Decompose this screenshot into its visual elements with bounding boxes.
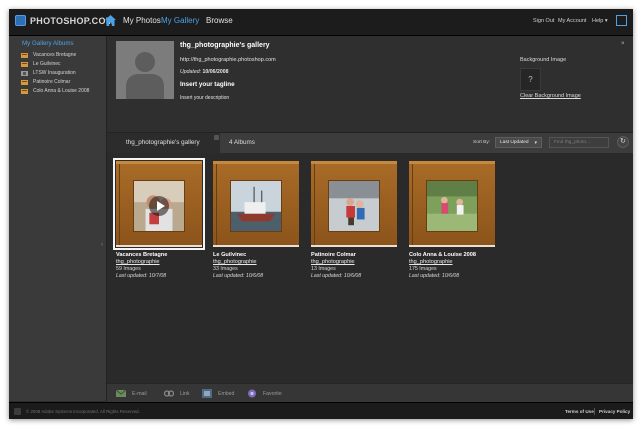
play-slideshow-icon[interactable]: [149, 196, 169, 216]
album-owner-link[interactable]: thg_photographie: [409, 259, 495, 265]
clear-background-link[interactable]: Clear Background Image: [520, 93, 581, 99]
album-spine: [412, 164, 413, 245]
updated-label: Updated:: [180, 69, 202, 75]
album-last-updated: Last updated: 10/6/08: [409, 273, 460, 279]
album-owner-link[interactable]: thg_photographie: [311, 259, 397, 265]
avatar[interactable]: [116, 41, 174, 99]
email-label: E-mail: [132, 391, 147, 397]
tagline-field[interactable]: Insert your tagline: [180, 81, 235, 88]
link-icon: [164, 390, 174, 397]
home-icon[interactable]: [104, 14, 117, 27]
album-cover[interactable]: [113, 158, 205, 250]
album-card-le-guilvinec[interactable]: Le Guilvinec thg_photographie 33 Images …: [213, 161, 299, 279]
album-card-patinoire-colmar[interactable]: Patinoire Colmar thg_photographie 13 Ima…: [311, 161, 397, 279]
sign-out-link[interactable]: Sign Out: [533, 18, 554, 24]
album-owner-link[interactable]: thg_photographie: [116, 259, 202, 265]
updated-value: 10/06/2008: [202, 69, 229, 75]
gallery-toolbar: thg_photographie's gallery 4 Albums Sort…: [107, 132, 633, 154]
sort-by-label: Sort By:: [473, 140, 491, 145]
nav-browse[interactable]: Browse: [206, 16, 233, 25]
embed-icon: [202, 389, 212, 398]
album-icon: [21, 89, 28, 94]
album-name: Vacances Bretagne: [116, 252, 168, 258]
sidebar: My Gallery Albums Vacances Bretagne Le G…: [9, 36, 107, 401]
description-field[interactable]: Insert your description: [180, 95, 229, 101]
sidebar-item-label: Le Guilvinec: [33, 61, 61, 67]
album-owner-link[interactable]: thg_photographie: [213, 259, 299, 265]
favorite-icon: [248, 389, 256, 398]
refresh-button[interactable]: ↻: [617, 136, 629, 148]
tab-badge-icon: [214, 135, 219, 140]
album-cover[interactable]: [213, 161, 299, 247]
album-card-vacances-bretagne[interactable]: Vacances Bretagne thg_photographie 59 Im…: [113, 158, 205, 279]
terms-of-use-link[interactable]: Terms of Use: [565, 409, 594, 414]
background-image-picker[interactable]: ?: [520, 68, 541, 91]
updated-date: Updated: 10/06/2008: [180, 69, 228, 75]
locked-album-icon: [21, 71, 28, 76]
sort-by-select[interactable]: Last Updated ▾: [495, 137, 542, 148]
gallery-url[interactable]: http://thg_photographie.photoshop.com: [180, 57, 276, 63]
close-icon[interactable]: ×: [621, 41, 625, 47]
album-name: Colo Anna & Louise 2008: [409, 252, 476, 258]
sidebar-item-label: LTSW Inauguration: [33, 70, 76, 76]
nav-my-gallery[interactable]: My Gallery: [161, 16, 199, 25]
email-icon: [116, 389, 126, 397]
privacy-policy-link[interactable]: Privacy Policy: [599, 409, 630, 414]
chevron-down-icon: ▾: [534, 140, 537, 146]
sidebar-item-label: Patinoire Colmar: [33, 79, 71, 85]
expand-icon[interactable]: [616, 15, 627, 26]
album-icon: [21, 53, 28, 58]
albums-count: 4 Albums: [229, 139, 255, 146]
album-thumbnail: [230, 180, 282, 232]
footer-divider: [594, 408, 595, 415]
sidebar-title[interactable]: My Gallery Albums: [22, 40, 74, 47]
album-spine: [119, 164, 120, 245]
album-image-count: 33 Images: [213, 266, 238, 272]
refresh-icon: ↻: [620, 138, 626, 145]
album-name: Patinoire Colmar: [311, 252, 356, 258]
album-image-count: 175 Images: [409, 266, 437, 272]
album-spine: [314, 164, 315, 245]
album-image-count: 59 Images: [116, 266, 141, 272]
album-spine: [216, 164, 217, 245]
footer: © 2008 Adobe Systems Incorporated. All R…: [9, 402, 633, 419]
my-account-link[interactable]: My Account: [558, 18, 586, 24]
link-label: Link: [180, 391, 190, 397]
album-grid: Vacances Bretagne thg_photographie 59 Im…: [107, 153, 633, 383]
album-last-updated: Last updated: 10/6/08: [213, 273, 264, 279]
sort-by-value: Last Updated: [500, 140, 529, 145]
album-last-updated: Last updated: 10/7/08: [116, 273, 167, 279]
tab-gallery[interactable]: thg_photographie's gallery: [107, 133, 220, 153]
album-thumbnail: [328, 180, 380, 232]
background-image-label: Background Image: [520, 57, 567, 63]
album-image-count: 13 Images: [311, 266, 336, 272]
copyright-text: © 2008 Adobe Systems Incorporated. All R…: [26, 409, 140, 414]
album-icon: [21, 80, 28, 85]
app-window: PHOTOSHOP.COM My Photos My Gallery Brows…: [9, 9, 633, 419]
default-avatar-icon: [126, 52, 164, 99]
adobe-logo-icon[interactable]: [14, 408, 21, 415]
site-logo-text[interactable]: PHOTOSHOP.COM: [30, 16, 114, 26]
gallery-title: thg_photographie's gallery: [180, 42, 270, 49]
help-menu[interactable]: Help ▾: [592, 18, 608, 24]
gallery-header: thg_photographie's gallery http://thg_ph…: [107, 36, 633, 132]
tab-gallery-label: thg_photographie's gallery: [126, 139, 200, 146]
album-name: Le Guilvinec: [213, 252, 247, 258]
album-cover[interactable]: [311, 161, 397, 247]
album-card-colo-anna-louise[interactable]: Colo Anna & Louise 2008 thg_photographie…: [409, 161, 495, 279]
sidebar-item-label: Colo Anna & Louise 2008: [33, 88, 90, 94]
embed-label: Embed: [218, 391, 235, 397]
sidebar-item-label: Vacances Bretagne: [33, 52, 77, 58]
album-icon: [21, 62, 28, 67]
collapse-sidebar-handle[interactable]: ‹: [101, 242, 103, 248]
share-action-bar: E-mail Link Embed Favorite: [107, 383, 633, 404]
favorite-label: Favorite: [263, 391, 282, 397]
album-thumbnail: [426, 180, 478, 232]
nav-my-photos[interactable]: My Photos: [123, 16, 161, 25]
find-input[interactable]: Find thg_photo...: [549, 137, 609, 148]
album-cover[interactable]: [409, 161, 495, 247]
top-bar: PHOTOSHOP.COM My Photos My Gallery Brows…: [9, 9, 633, 36]
photoshop-logo-icon[interactable]: [15, 15, 26, 26]
album-last-updated: Last updated: 10/6/08: [311, 273, 362, 279]
